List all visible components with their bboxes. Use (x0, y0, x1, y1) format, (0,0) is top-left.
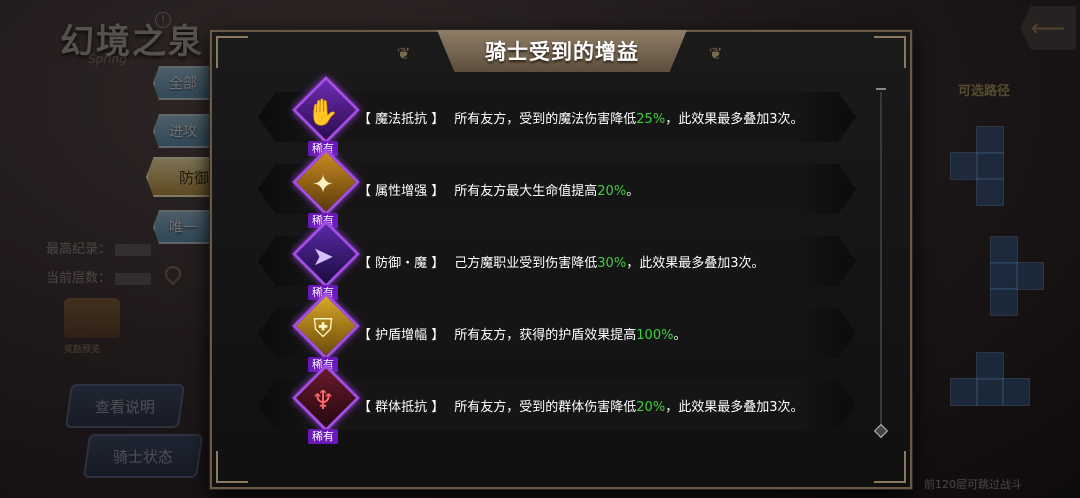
magic-arrow-icon: ➤ (312, 242, 334, 272)
buff-name: 【 护盾增幅 】 (358, 328, 445, 343)
header-flourish-left: ❦ (397, 44, 411, 63)
modal-corner-ornament (216, 451, 248, 483)
buff-text-tail: ，此效果最多叠加3次。 (665, 112, 804, 127)
buff-value: 20% (597, 184, 627, 199)
buff-text: 所有友方最大生命值提高 (454, 184, 598, 199)
buff-text-tail: ，此效果最多叠加3次。 (626, 256, 765, 271)
buff-text-tail: ，此效果最多叠加3次。 (665, 400, 804, 415)
buff-text: 所有友方，受到的群体伤害降低 (454, 400, 637, 415)
buff-text: 己方魔职业受到伤害降低 (454, 256, 598, 271)
buff-value: 20% (636, 400, 666, 415)
buff-name: 【 魔法抵抗 】 (358, 112, 445, 127)
modal-header: 骑士受到的增益 (437, 30, 687, 72)
scrollbar-thumb[interactable] (873, 423, 889, 439)
ghost-hand-icon: ✋ (306, 98, 340, 128)
buff-text: 所有友方，受到的魔法伤害降低 (454, 112, 637, 127)
modal-corner-ornament (216, 36, 248, 68)
buff-text-tail: 。 (673, 328, 687, 343)
buff-icon: ♆ 稀有 (292, 364, 360, 444)
modal-corner-ornament (874, 36, 906, 68)
rarity-badge: 稀有 (308, 429, 338, 444)
buff-name: 【 群体抵抗 】 (358, 400, 445, 415)
buff-text-tail: 。 (626, 184, 640, 199)
triple-blade-icon: ♆ (311, 386, 335, 416)
buff-modal: ❦ ❦ 骑士受到的增益 ✋ 稀有 【 魔法抵抗 】所有友方，受到的魔法伤害降低2… (210, 30, 912, 489)
buff-icon: ✋ 稀有 (292, 76, 360, 156)
header-flourish-right: ❦ (709, 44, 723, 63)
shield-icon: ⛨ (313, 313, 333, 344)
buff-icon: ⛨ 稀有 (292, 292, 360, 372)
buff-description: 【 防御・魔 】己方魔职业受到伤害降低30%，此效果最多叠加3次。 (358, 252, 764, 271)
buff-value: 30% (597, 256, 627, 271)
star-burst-icon: ✦ (312, 170, 334, 200)
buff-description: 【 属性增强 】所有友方最大生命值提高20%。 (358, 180, 639, 199)
buff-value: 25% (636, 112, 666, 127)
buff-icon: ✦ 稀有 (292, 148, 360, 228)
buff-value: 100% (636, 328, 674, 343)
buff-name: 【 属性增强 】 (358, 184, 445, 199)
buff-icon: ➤ 稀有 (292, 220, 360, 300)
buff-name: 【 防御・魔 】 (358, 256, 445, 271)
scrollbar-track[interactable] (880, 92, 882, 432)
buff-description: 【 魔法抵抗 】所有友方，受到的魔法伤害降低25%，此效果最多叠加3次。 (358, 108, 803, 127)
buff-description: 【 护盾增幅 】所有友方，获得的护盾效果提高100%。 (358, 324, 686, 343)
buff-description: 【 群体抵抗 】所有友方，受到的群体伤害降低20%，此效果最多叠加3次。 (358, 396, 803, 415)
modal-title: 骑士受到的增益 (485, 40, 639, 64)
buff-text: 所有友方，获得的护盾效果提高 (454, 328, 637, 343)
modal-corner-ornament (874, 451, 906, 483)
